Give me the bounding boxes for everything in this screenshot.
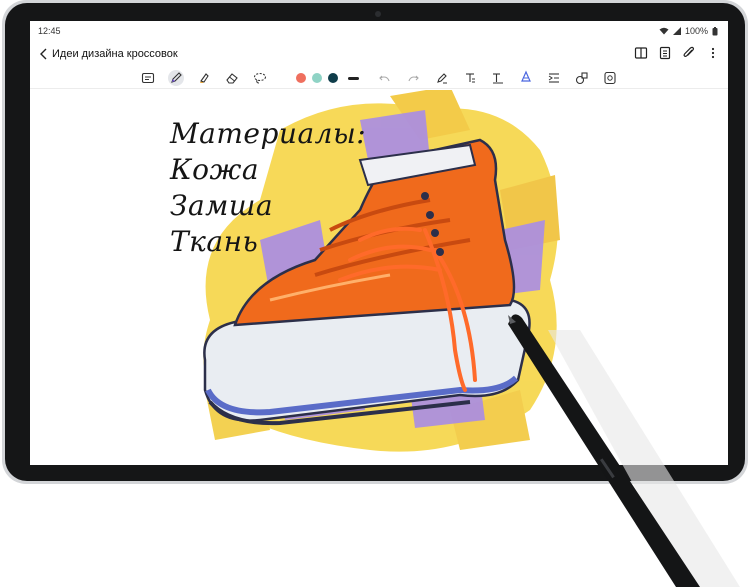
pen-tool-icon[interactable]: [168, 70, 184, 86]
color-swatch-mint[interactable]: [312, 73, 322, 83]
lasso-icon[interactable]: [252, 70, 268, 86]
wifi-icon: [659, 27, 669, 35]
sneaker-sketch: [203, 86, 560, 452]
undo-icon[interactable]: [377, 70, 393, 86]
tablet-bezel: 12:45 100% Идеи дизайна кроссовок Матери…: [5, 3, 745, 481]
status-indicators: 100%: [659, 26, 718, 36]
pen-settings-icon[interactable]: [434, 70, 450, 86]
book-view-icon[interactable]: [634, 46, 648, 60]
back-arrow-icon[interactable]: [36, 46, 52, 62]
note-title: Идеи дизайна кроссовок: [52, 48, 178, 60]
handwriting-line-3: Замша: [170, 189, 274, 222]
page-view-icon[interactable]: [658, 46, 672, 60]
handwriting-line-4: Ткань: [170, 225, 259, 258]
notes-app-screen: 12:45 100% Идеи дизайна кроссовок Матери…: [30, 21, 728, 465]
sticker-icon[interactable]: [602, 70, 618, 86]
front-camera: [375, 11, 381, 17]
note-title-bar: Идеи дизайна кроссовок: [30, 43, 728, 65]
stroke-width-selector[interactable]: [348, 77, 359, 80]
more-options-icon[interactable]: [706, 46, 720, 60]
text-format-icon[interactable]: [490, 70, 506, 86]
shapes-icon[interactable]: [574, 70, 590, 86]
redo-icon[interactable]: [405, 70, 421, 86]
insert-text-icon[interactable]: [546, 70, 562, 86]
color-swatch-coral[interactable]: [296, 73, 306, 83]
fill-color-icon[interactable]: [518, 70, 534, 86]
eraser-icon[interactable]: [224, 70, 240, 86]
status-bar: 12:45 100%: [30, 21, 728, 41]
text-mode-icon[interactable]: [140, 70, 156, 86]
title-actions: [634, 46, 720, 60]
signal-icon: [672, 27, 681, 35]
highlighter-icon[interactable]: [196, 70, 212, 86]
handwriting-line-1: Материалы:: [170, 117, 367, 150]
battery-icon: [712, 26, 718, 36]
text-style-icon[interactable]: [462, 70, 478, 86]
drawing-toolbar: [30, 67, 728, 89]
note-canvas[interactable]: Материалы: Кожа Замша Ткань: [30, 86, 728, 465]
tablet-frame: 12:45 100% Идеи дизайна кроссовок Матери…: [2, 0, 748, 484]
color-swatch-navy[interactable]: [328, 73, 338, 83]
handwriting-line-2: Кожа: [170, 153, 260, 186]
attach-icon[interactable]: [682, 46, 696, 60]
status-time: 12:45: [38, 26, 61, 36]
battery-percent: 100%: [684, 26, 708, 36]
